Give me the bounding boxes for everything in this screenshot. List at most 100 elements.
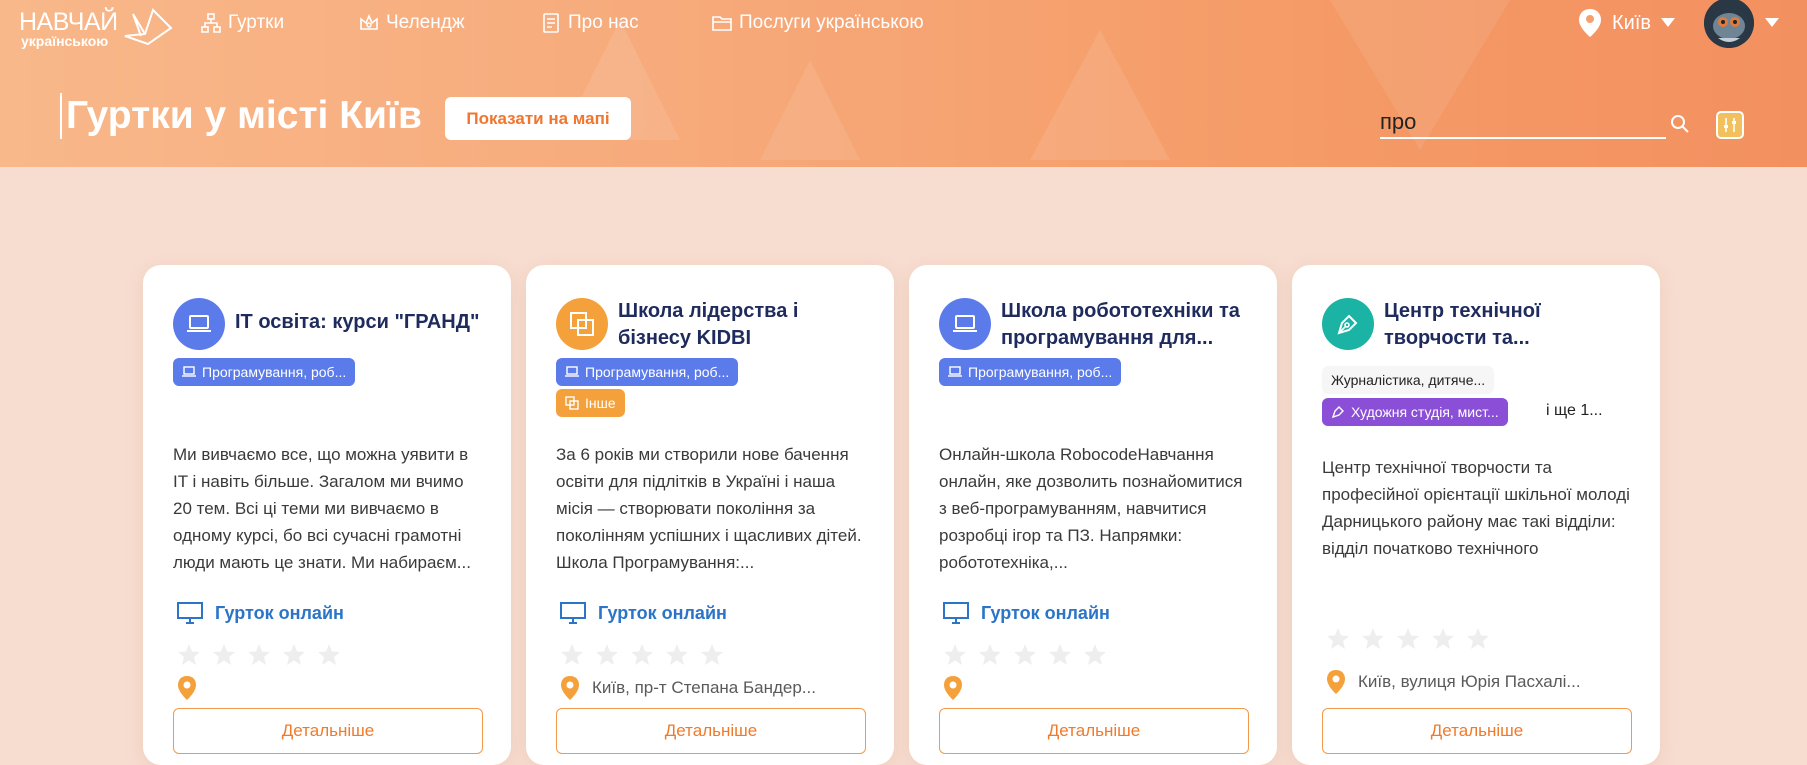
nav-item-about[interactable]: Про нас [540, 12, 639, 34]
category-badge: Програмування, роб... [939, 358, 1122, 386]
badge-label: Художня студія, мист... [1351, 404, 1499, 420]
monitor-icon [177, 602, 203, 624]
star-icon[interactable] [560, 643, 584, 671]
nav-item-challenge[interactable]: Челендж [358, 12, 465, 34]
rating-stars[interactable] [943, 643, 1107, 671]
category-badge: Журналістика, дитяче... [1322, 366, 1495, 394]
nav-item-label: Гуртки [228, 12, 285, 33]
online-label: Гурток онлайн [981, 602, 1110, 623]
star-icon[interactable] [247, 643, 271, 671]
address-text: Київ, пр-т Степана Бандер... [592, 678, 816, 697]
city-selector[interactable]: Київ [1578, 8, 1676, 38]
badge-label: Журналістика, дитяче... [1331, 372, 1486, 388]
page-header: НАВЧАЙ українською Гуртки Челендж Про на… [0, 0, 1807, 167]
star-icon[interactable] [317, 643, 341, 671]
laptop-icon [565, 366, 579, 377]
avatar-image [1704, 0, 1754, 48]
online-label: Гурток онлайн [598, 602, 727, 623]
logo-sub-text: українською [21, 33, 109, 49]
pen-icon [1331, 406, 1344, 419]
rating-stars[interactable] [560, 643, 724, 671]
more-categories-link[interactable]: і ще 1... [1546, 402, 1603, 420]
sliders-icon [1724, 118, 1736, 132]
club-card[interactable]: Школа лідерства і бізнесу KIDBI Програму… [526, 265, 894, 765]
location-pin-icon [944, 676, 962, 700]
category-badge: Художня студія, мист... [1322, 398, 1508, 426]
card-category-icon [556, 298, 608, 350]
card-address [177, 675, 209, 701]
card-address: Київ, вулиця Юрія Пасхалі... [1326, 669, 1581, 695]
user-avatar[interactable] [1704, 0, 1754, 48]
star-icon[interactable] [700, 643, 724, 671]
card-category-icon [173, 298, 225, 350]
rating-stars[interactable] [177, 643, 341, 671]
details-button[interactable]: Детальніше [173, 708, 483, 754]
nav-item-services[interactable]: Послуги українською [711, 12, 924, 34]
star-icon[interactable] [943, 643, 967, 671]
search-input[interactable] [1380, 106, 1666, 139]
category-badge: Програмування, роб... [173, 358, 356, 386]
paper-boat-icon [124, 8, 173, 46]
decor-shape [760, 60, 860, 160]
card-description: Центр технічної творчости та професійної… [1322, 458, 1630, 558]
star-icon[interactable] [177, 643, 201, 671]
site-logo[interactable]: НАВЧАЙ українською [19, 6, 173, 49]
decor-shape [1030, 30, 1170, 160]
star-icon[interactable] [1431, 627, 1455, 655]
star-icon[interactable] [1396, 627, 1420, 655]
star-icon[interactable] [1013, 643, 1037, 671]
nav-item-label: Про нас [568, 12, 639, 33]
pen-icon [1337, 314, 1358, 335]
show-on-map-button[interactable]: Показати на мапі [445, 97, 631, 140]
filter-button[interactable] [1716, 111, 1744, 139]
card-category-icon [1322, 298, 1374, 350]
details-button[interactable]: Детальніше [939, 708, 1249, 754]
card-title[interactable]: IT освіта: курси "ГРАНД" [235, 309, 490, 336]
category-badge: Інше [556, 389, 625, 417]
online-indicator: Гурток онлайн [943, 602, 1110, 624]
nav-item-label: Челендж [386, 12, 465, 33]
online-label: Гурток онлайн [215, 602, 344, 623]
badge-label: Програмування, роб... [968, 364, 1113, 380]
laptop-icon [187, 315, 211, 332]
search-icon[interactable] [1670, 114, 1690, 134]
star-icon[interactable] [282, 643, 306, 671]
star-icon[interactable] [665, 643, 689, 671]
card-title[interactable]: Школа робототехніки та програмування для… [1001, 298, 1256, 352]
chevron-down-icon[interactable] [1765, 18, 1779, 28]
folder-icon [712, 16, 732, 31]
badge-label: Інше [585, 395, 616, 411]
nav-item-label: Послуги українською [739, 12, 924, 33]
star-icon[interactable] [1048, 643, 1072, 671]
star-icon[interactable] [595, 643, 619, 671]
document-icon [543, 13, 559, 33]
monitor-icon [560, 602, 586, 624]
badge-label: Програмування, роб... [585, 364, 730, 380]
club-card[interactable]: IT освіта: курси "ГРАНД" Програмування, … [143, 265, 511, 765]
badge-label: Програмування, роб... [202, 364, 347, 380]
details-button[interactable]: Детальніше [1322, 708, 1632, 754]
club-card[interactable]: Центр технічної творчости та... Журналіс… [1292, 265, 1660, 765]
card-title[interactable]: Центр технічної творчости та... [1384, 298, 1639, 352]
city-name: Київ [1612, 11, 1652, 34]
nav-item-clubs[interactable]: Гуртки [200, 12, 284, 34]
hierarchy-icon [201, 13, 221, 33]
laptop-icon [953, 315, 977, 332]
star-icon[interactable] [978, 643, 1002, 671]
chevron-down-icon [1661, 18, 1676, 27]
location-pin-icon [1579, 9, 1601, 37]
star-icon[interactable] [1083, 643, 1107, 671]
online-indicator: Гурток онлайн [177, 602, 344, 624]
star-icon[interactable] [1326, 627, 1350, 655]
star-icon[interactable] [212, 643, 236, 671]
card-title[interactable]: Школа лідерства і бізнесу KIDBI [618, 298, 873, 352]
club-card[interactable]: Школа робототехніки та програмування для… [909, 265, 1277, 765]
rating-stars[interactable] [1326, 627, 1490, 655]
star-icon[interactable] [1361, 627, 1385, 655]
page-title: Гуртки у місті Київ [60, 93, 422, 139]
star-icon[interactable] [630, 643, 654, 671]
category-badge: Програмування, роб... [556, 358, 739, 386]
online-indicator: Гурток онлайн [560, 602, 727, 624]
details-button[interactable]: Детальніше [556, 708, 866, 754]
star-icon[interactable] [1466, 627, 1490, 655]
